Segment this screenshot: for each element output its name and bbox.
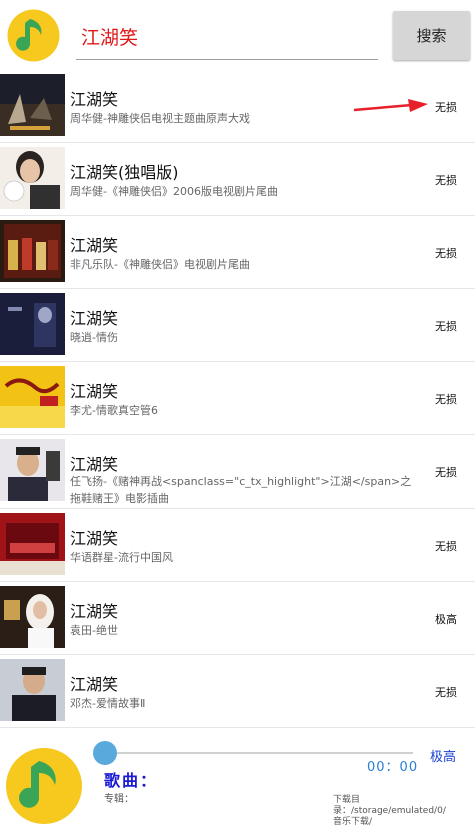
song-title: 江湖笑 — [70, 529, 119, 548]
album-cover-icon — [0, 659, 65, 721]
song-row[interactable]: 江湖笑 邓杰-爱情故事Ⅱ 无损 — [0, 655, 475, 728]
song-subtitle: 晓逍-情伤 — [70, 331, 118, 344]
quality-badge: 无损 — [435, 540, 457, 553]
song-row[interactable]: 江湖笑 非凡乐队-《神雕侠侣》电视剧片尾曲 无损 — [0, 216, 475, 289]
song-subtitle: 邓杰-爱情故事Ⅱ — [70, 697, 146, 710]
quality-badge: 极高 — [435, 613, 457, 626]
song-row[interactable]: 江湖笑 李尤-情歌真空管6 无损 — [0, 362, 475, 435]
album-cover-icon — [0, 293, 65, 355]
song-subtitle: 华语群星-流行中国风 — [70, 551, 173, 564]
song-subtitle: 任飞扬-《赌神再战<spanclass="c_tx_highlight">江湖<… — [70, 475, 412, 505]
current-album-label: 专辑： — [104, 794, 134, 805]
quality-selector-link[interactable]: 极高 — [430, 746, 456, 765]
song-title: 江湖笑 — [70, 675, 119, 694]
song-subtitle: 李尤-情歌真空管6 — [70, 404, 158, 417]
song-row[interactable]: 江湖笑 晓逍-情伤 无损 — [0, 289, 475, 362]
quality-badge: 无损 — [435, 686, 457, 699]
song-subtitle: 非凡乐队-《神雕侠侣》电视剧片尾曲 — [70, 258, 250, 271]
red-arrow-icon — [353, 99, 428, 112]
song-list: 江湖笑 周华健-神雕侠侣电视主题曲原声大戏 无损 江湖笑(独唱版) 周华健-《神… — [0, 70, 475, 728]
current-song-label: 歌曲： — [104, 771, 159, 790]
song-title: 江湖笑 — [70, 455, 119, 474]
album-cover-icon — [0, 220, 65, 282]
progress-slider-track[interactable] — [103, 752, 413, 754]
song-title: 江湖笑 — [70, 309, 119, 328]
song-title: 江湖笑 — [70, 382, 119, 401]
qq-music-logo-icon — [6, 748, 82, 824]
song-row[interactable]: 江湖笑 任飞扬-《赌神再战<spanclass="c_tx_highlight"… — [0, 435, 475, 509]
song-row[interactable]: 江湖笑 华语群星-流行中国风 无损 — [0, 509, 475, 582]
album-cover-icon — [0, 366, 65, 428]
album-cover-icon — [0, 586, 65, 648]
app-header: 搜索 — [0, 0, 475, 72]
song-title: 江湖笑 — [70, 236, 119, 255]
song-row[interactable]: 江湖笑 袁田-绝世 极高 — [0, 582, 475, 655]
qq-music-logo-icon — [7, 9, 60, 62]
player-bar: 00：00 极高 歌曲： 专辑： 下载目录：/storage/emulated/… — [0, 728, 475, 827]
download-path-label: 下载目录：/storage/emulated/0/音乐下载/ — [333, 795, 446, 827]
quality-badge: 无损 — [435, 174, 457, 187]
search-button[interactable]: 搜索 — [393, 11, 470, 60]
album-cover-icon — [0, 439, 65, 501]
quality-badge: 无损 — [435, 247, 457, 260]
song-row[interactable]: 江湖笑(独唱版) 周华健-《神雕侠侣》2006版电视剧片尾曲 无损 — [0, 143, 475, 216]
time-display: 00：00 — [367, 760, 419, 775]
album-cover-icon — [0, 74, 65, 136]
quality-badge: 无损 — [435, 466, 457, 479]
song-title: 江湖笑 — [70, 602, 119, 621]
song-subtitle: 周华健-《神雕侠侣》2006版电视剧片尾曲 — [70, 185, 278, 198]
quality-badge: 无损 — [435, 320, 457, 333]
song-title: 江湖笑(独唱版) — [70, 163, 179, 182]
album-cover-icon — [0, 147, 65, 209]
song-title: 江湖笑 — [70, 90, 119, 109]
quality-badge: 无损 — [435, 101, 457, 114]
song-subtitle: 袁田-绝世 — [70, 624, 118, 637]
quality-badge: 无损 — [435, 393, 457, 406]
progress-slider-thumb[interactable] — [93, 741, 117, 765]
search-input[interactable] — [76, 14, 378, 60]
album-cover-icon — [0, 513, 65, 575]
